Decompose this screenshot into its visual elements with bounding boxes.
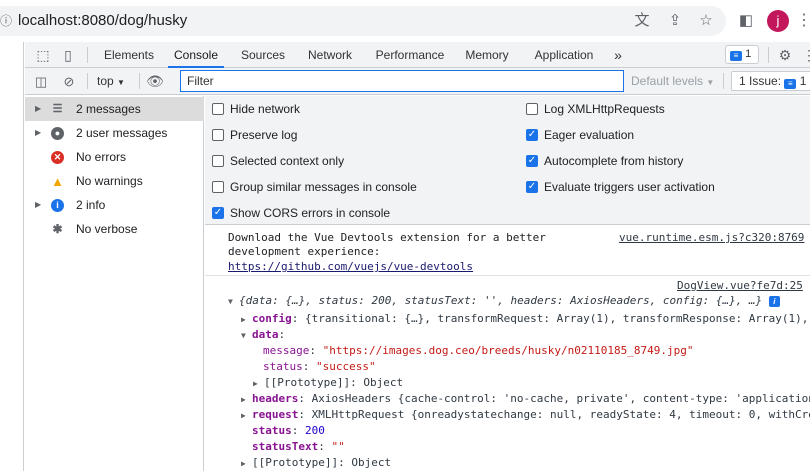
- show-sidebar-icon[interactable]: ◫: [32, 73, 50, 90]
- bug-icon: ✱: [52, 222, 63, 236]
- device-toolbar-icon[interactable]: ▯: [59, 46, 77, 64]
- share-icon[interactable]: ⇪: [665, 11, 685, 31]
- source-link[interactable]: DogView.vue?fe7d:25: [677, 278, 803, 293]
- expand-arrow-icon[interactable]: ▶: [35, 97, 41, 121]
- console-settings-panel: Hide network Preserve log Selected conte…: [205, 96, 810, 225]
- tree-row[interactable]: ▶ config: {transitional: {…}, transformRe…: [241, 311, 810, 327]
- tree-row: status: "success": [263, 360, 376, 373]
- checkbox[interactable]: [212, 181, 224, 193]
- url-text[interactable]: localhost:8080/dog/husky: [18, 11, 187, 31]
- settings-gear-icon[interactable]: ⚙: [776, 46, 794, 64]
- sidebar-item-verbose[interactable]: ✱ No verbose: [25, 217, 204, 241]
- sidebar-item-errors[interactable]: ✕ No errors: [25, 145, 204, 169]
- tree-row: statusText: "": [252, 440, 345, 453]
- expand-arrow-icon[interactable]: ▶: [241, 312, 252, 327]
- checkbox[interactable]: [212, 129, 224, 141]
- checkbox-checked[interactable]: ✓: [526, 155, 538, 167]
- filter-input[interactable]: [181, 71, 623, 91]
- collapse-arrow-icon[interactable]: ▼: [228, 294, 239, 309]
- issues-button[interactable]: 1 Issue: ≡ 1: [731, 71, 810, 91]
- console-sidebar: ▶ ☰ 2 messages ▶ ● 2 user messages ✕ No …: [25, 96, 204, 471]
- more-tabs-icon[interactable]: »: [610, 42, 626, 68]
- live-expression-eye-icon[interactable]: 👁: [146, 73, 164, 90]
- tab-performance[interactable]: Performance: [370, 42, 450, 68]
- checkbox[interactable]: [212, 103, 224, 115]
- tree-row[interactable]: ▶ headers: AxiosHeaders {cache-control: '…: [241, 391, 810, 407]
- expand-arrow-icon[interactable]: ▶: [241, 456, 252, 471]
- message-text: Download the Vue Devtools extension for …: [228, 231, 546, 244]
- sidebar-item-user-messages[interactable]: ▶ ● 2 user messages: [25, 121, 204, 145]
- checkbox-checked[interactable]: ✓: [212, 207, 224, 219]
- list-icon: ☰: [52, 103, 63, 115]
- error-icon: ✕: [51, 151, 64, 164]
- expand-arrow-icon[interactable]: ▶: [241, 392, 252, 407]
- site-info-icon[interactable]: ⓘ: [0, 13, 12, 29]
- warning-icon: ▲: [51, 174, 64, 189]
- tree-row: message: "https://images.dog.ceo/breeds/…: [263, 344, 694, 357]
- tree-row[interactable]: ▼ data:: [241, 327, 285, 343]
- console-message: Download the Vue Devtools extension for …: [205, 226, 810, 276]
- log-levels-dropdown[interactable]: Default levels ▼: [631, 74, 714, 90]
- context-selector[interactable]: top ▼: [97, 74, 125, 90]
- translate-icon[interactable]: 文: [632, 11, 652, 31]
- browser-menu-icon[interactable]: ⋮: [796, 11, 810, 31]
- source-link[interactable]: vue.runtime.esm.js?c320:8769: [619, 230, 804, 245]
- tree-row[interactable]: ▶ [[Prototype]]: Object: [253, 375, 403, 391]
- avatar[interactable]: j: [767, 10, 789, 32]
- console-toolbar: ◫ ⊘ top ▼ 👁 Default levels ▼ 1 Issue: ≡ …: [25, 68, 810, 95]
- divider: [87, 47, 88, 63]
- tree-row: status: 200: [252, 424, 325, 437]
- info-icon: i: [51, 199, 64, 212]
- divider: [723, 73, 724, 89]
- devtools-tabbar: ⬚ ▯ Elements Console Sources Network Per…: [25, 42, 810, 68]
- inspect-element-icon[interactable]: ⬚: [34, 46, 52, 64]
- filter-input-box[interactable]: [180, 70, 624, 92]
- checkbox[interactable]: [526, 103, 538, 115]
- object-summary[interactable]: ▼ {data: {…}, status: 200, statusText: ''…: [228, 293, 780, 309]
- console-output: Download the Vue Devtools extension for …: [205, 226, 810, 471]
- message-icon: ≡: [784, 79, 797, 89]
- expand-arrow-icon[interactable]: ▶: [241, 408, 252, 423]
- chevron-down-icon: ▼: [706, 78, 715, 87]
- message-icon: ≡: [730, 51, 742, 61]
- info-icon: i: [768, 296, 780, 307]
- chevron-down-icon: ▼: [117, 78, 125, 87]
- clear-console-icon[interactable]: ⊘: [60, 73, 78, 90]
- message-text: development experience:: [228, 245, 381, 258]
- collapse-arrow-icon[interactable]: ▼: [241, 328, 252, 343]
- tab-memory[interactable]: Memory: [460, 42, 514, 68]
- sidebar-item-info[interactable]: ▶ i 2 info: [25, 193, 204, 217]
- tree-row[interactable]: ▶ [[Prototype]]: Object: [241, 455, 391, 471]
- divider: [139, 73, 140, 89]
- bookmark-star-icon[interactable]: ☆: [696, 11, 716, 31]
- expand-arrow-icon[interactable]: ▶: [253, 376, 264, 391]
- checkbox-checked[interactable]: ✓: [526, 129, 538, 141]
- tab-console[interactable]: Console: [168, 42, 224, 68]
- tab-elements[interactable]: Elements: [98, 42, 160, 68]
- divider: [87, 73, 88, 89]
- page-content-area: [0, 42, 24, 471]
- sidebar-item-warnings[interactable]: ▲ No warnings: [25, 169, 204, 193]
- devtools-link[interactable]: https://github.com/vuejs/vue-devtools: [228, 259, 473, 274]
- expand-arrow-icon[interactable]: ▶: [35, 121, 41, 145]
- address-bar: ⓘ localhost:8080/dog/husky 文 ⇪ ☆ ◧ j ⋮: [0, 0, 810, 42]
- tab-sources[interactable]: Sources: [234, 42, 292, 68]
- checkbox[interactable]: [212, 155, 224, 167]
- tab-application[interactable]: Application: [528, 42, 600, 68]
- checkbox-checked[interactable]: ✓: [526, 181, 538, 193]
- tab-network[interactable]: Network: [301, 42, 359, 68]
- tree-row[interactable]: ▶ request: XMLHttpRequest {onreadystatech…: [241, 407, 810, 423]
- expand-arrow-icon[interactable]: ▶: [35, 193, 41, 217]
- sidebar-item-messages[interactable]: ▶ ☰ 2 messages: [25, 97, 204, 121]
- side-panel-icon[interactable]: ◧: [736, 11, 756, 31]
- user-icon: ●: [51, 127, 64, 140]
- more-options-icon[interactable]: ⋮: [800, 46, 810, 64]
